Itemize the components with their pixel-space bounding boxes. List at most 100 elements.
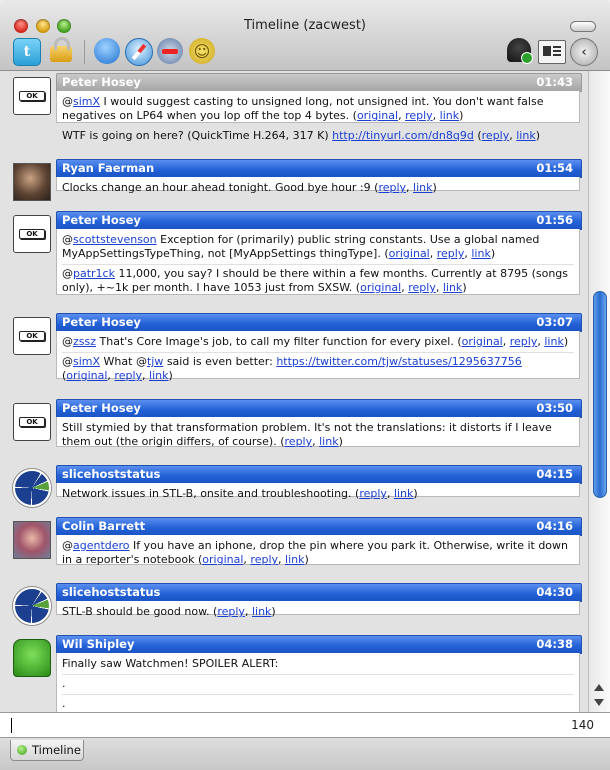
avatar[interactable]: OK xyxy=(13,77,51,115)
ok-button-avatar-label: OK xyxy=(19,331,45,341)
profile-card-icon[interactable] xyxy=(538,40,566,64)
post-header: slicehoststatus 04:15 xyxy=(56,465,582,484)
author-name[interactable]: Peter Hosey xyxy=(62,212,141,229)
original-link[interactable]: original xyxy=(462,335,503,348)
tweet-text-segment: 11,000, you say? I should be there withi… xyxy=(62,267,569,294)
post-header: Colin Barrett 04:16 xyxy=(56,517,582,536)
username-link[interactable]: simX xyxy=(73,355,100,368)
original-link[interactable]: original xyxy=(357,109,398,122)
post-body: @agentdero If you have an iphone, drop t… xyxy=(56,535,580,566)
reply-link[interactable]: reply xyxy=(408,281,436,294)
username-link[interactable]: simX xyxy=(73,95,100,108)
permalink-link[interactable]: link xyxy=(413,181,432,194)
post-time: 03:07 xyxy=(536,315,573,329)
tweet-text: @zssz That's Core Image's job, to call m… xyxy=(62,333,574,352)
add-user-icon[interactable] xyxy=(507,38,533,64)
reply-link[interactable]: reply xyxy=(285,435,313,448)
author-name[interactable]: Peter Hosey xyxy=(62,314,141,331)
reply-link[interactable]: reply xyxy=(437,247,465,260)
tweet-text-segment: STL-B should be good now. ( xyxy=(62,605,218,618)
url-link[interactable]: http://tinyurl.com/dn8q9d xyxy=(332,129,474,142)
twitter-account-icon[interactable]: t xyxy=(13,38,41,66)
post-time: 04:15 xyxy=(536,467,573,481)
post-body: @simX I would suggest casting to unsigne… xyxy=(56,91,580,142)
avatar[interactable]: OK xyxy=(13,317,51,355)
permalink-link[interactable]: link xyxy=(471,247,490,260)
author-name[interactable]: slicehoststatus xyxy=(62,466,160,483)
permalink-link[interactable]: link xyxy=(440,109,459,122)
permalink-link[interactable]: link xyxy=(319,435,338,448)
author-name[interactable]: Peter Hosey xyxy=(62,400,141,417)
reply-link[interactable]: reply xyxy=(250,553,278,566)
text-cursor xyxy=(11,718,12,733)
scroll-down-arrow[interactable] xyxy=(594,699,604,706)
avatar[interactable] xyxy=(13,587,51,625)
scrollbar-thumb[interactable] xyxy=(593,291,607,498)
scroll-up-arrow[interactable] xyxy=(594,684,604,691)
username-link[interactable]: agentdero xyxy=(73,539,130,552)
tweet-text: . xyxy=(62,694,574,712)
username-link[interactable]: patr1ck xyxy=(73,267,115,280)
tweet-text-segment: That's Core Image's job, to call my filt… xyxy=(96,335,462,348)
reply-link[interactable]: reply xyxy=(114,369,142,382)
tweet-text-segment: @ xyxy=(62,355,73,368)
lock-icon[interactable] xyxy=(50,37,72,62)
post-time: 01:43 xyxy=(536,75,573,89)
username-link[interactable]: tjw xyxy=(147,355,163,368)
original-link[interactable]: original xyxy=(389,247,430,260)
avatar[interactable]: OK xyxy=(13,215,51,253)
reply-link[interactable]: reply xyxy=(482,129,510,142)
tab-timeline[interactable]: Timeline xyxy=(10,740,84,761)
vertical-scrollbar[interactable] xyxy=(588,71,610,712)
author-name[interactable]: Peter Hosey xyxy=(62,74,141,91)
tweet-text-segment: @ xyxy=(62,335,73,348)
safari-compass-icon[interactable] xyxy=(125,38,153,66)
author-name[interactable]: Wil Shipley xyxy=(62,636,134,653)
original-link[interactable]: original xyxy=(202,553,243,566)
back-icon[interactable]: ‹ xyxy=(570,38,598,66)
tweet-text-segment: , xyxy=(435,281,443,294)
author-name[interactable]: Ryan Faerman xyxy=(62,160,154,177)
tweet-text-segment: , xyxy=(406,181,414,194)
permalink-link[interactable]: link xyxy=(544,335,563,348)
toolbar-toggle-button[interactable] xyxy=(570,21,596,32)
permalink-link[interactable]: link xyxy=(285,553,304,566)
block-icon[interactable] xyxy=(157,38,183,64)
post-body: Finally saw Watchmen! SPOILER ALERT:... xyxy=(56,653,580,712)
avatar[interactable] xyxy=(13,521,51,559)
avatar[interactable]: OK xyxy=(13,403,51,441)
ok-button-avatar-label: OK xyxy=(19,417,45,427)
tweet-text-segment: WTF is going on here? (QuickTime H.264, … xyxy=(62,129,333,142)
reply-link[interactable]: reply xyxy=(378,181,406,194)
post-header: slicehoststatus 04:30 xyxy=(56,583,582,602)
permalink-link[interactable]: link xyxy=(149,369,168,382)
avatar[interactable] xyxy=(13,639,51,677)
avatar[interactable] xyxy=(13,469,51,507)
original-link[interactable]: original xyxy=(360,281,401,294)
smiley-icon[interactable]: ☺ xyxy=(189,38,215,64)
avatar[interactable] xyxy=(13,163,51,201)
ok-button-avatar-label: OK xyxy=(19,229,45,239)
tweet-text-segment: ) xyxy=(338,435,343,448)
reply-link[interactable]: reply xyxy=(510,335,538,348)
username-link[interactable]: scottstevenson xyxy=(73,233,157,246)
author-name[interactable]: Colin Barrett xyxy=(62,518,145,535)
reply-link[interactable]: reply xyxy=(405,109,433,122)
tweet-text-segment: ) xyxy=(462,281,467,294)
character-counter: 140 xyxy=(571,718,594,732)
author-name[interactable]: slicehoststatus xyxy=(62,584,160,601)
tweet-composer[interactable]: 140 xyxy=(0,712,610,738)
permalink-link[interactable]: link xyxy=(516,129,535,142)
username-link[interactable]: zssz xyxy=(73,335,96,348)
timeline-list[interactable]: OK Peter Hosey 01:43 @simX I would suggest … xyxy=(0,71,588,712)
permalink-link[interactable]: link xyxy=(252,605,271,618)
post-time: 04:30 xyxy=(536,585,573,599)
reply-link[interactable]: reply xyxy=(359,487,387,500)
reply-link[interactable]: reply xyxy=(217,605,245,618)
chat-bubble-icon[interactable] xyxy=(94,38,120,64)
original-link[interactable]: original xyxy=(66,369,107,382)
url-link[interactable]: https://twitter.com/tjw/statuses/1295637… xyxy=(276,355,521,368)
tweet-text-segment: Clocks change an hour ahead tonight. Goo… xyxy=(62,181,379,194)
permalink-link[interactable]: link xyxy=(443,281,462,294)
permalink-link[interactable]: link xyxy=(394,487,413,500)
